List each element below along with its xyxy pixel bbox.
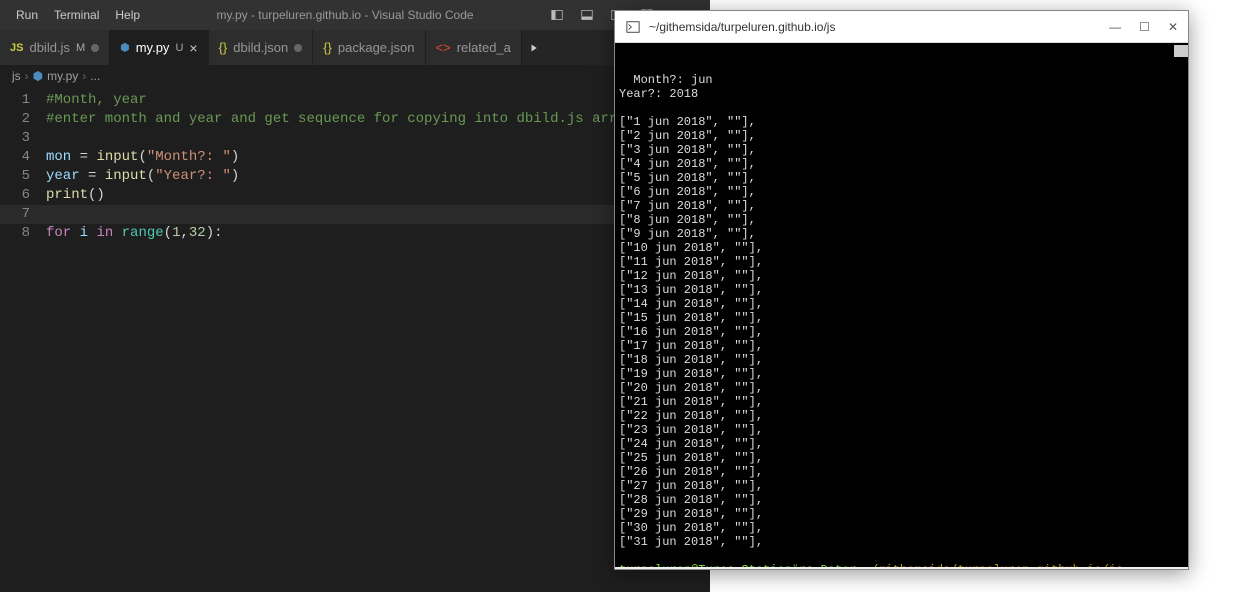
- code-line[interactable]: 7: [0, 205, 710, 224]
- chevron-right-icon: ›: [25, 69, 29, 83]
- window-title: my.py - turpeluren.github.io - Visual St…: [148, 8, 542, 22]
- code-line[interactable]: 6print(): [0, 186, 710, 205]
- code-line[interactable]: 4mon = input("Month?: "): [0, 148, 710, 167]
- html-icon: <>: [436, 40, 451, 55]
- tab-bar: JS dbild.js M ⬢ my.py U × {} dbild.json {} package…: [0, 30, 710, 65]
- code-line[interactable]: 8for i in range(1,32):: [0, 224, 710, 243]
- scrollbar-thumb[interactable]: [1174, 45, 1188, 57]
- line-number: 2: [0, 110, 46, 129]
- prompt-path: ~/githemsida/turpeluren.github.io/js: [864, 563, 1123, 567]
- terminal-window: ~/githemsida/turpeluren.github.io/js — ☐…: [614, 10, 1189, 570]
- editor-tab[interactable]: JS dbild.js M: [0, 30, 110, 65]
- python-icon: ⬢: [33, 69, 43, 83]
- layout-toggle-2-icon[interactable]: [572, 5, 602, 25]
- line-number: 8: [0, 224, 46, 243]
- javascript-icon: JS: [10, 42, 23, 54]
- line-number: 6: [0, 186, 46, 205]
- tab-label: dbild.json: [233, 40, 288, 55]
- json-icon: {}: [219, 40, 228, 55]
- code-line[interactable]: 5year = input("Year?: "): [0, 167, 710, 186]
- modified-dot-icon: [91, 44, 99, 52]
- line-number: 1: [0, 91, 46, 110]
- terminal-title: ~/githemsida/turpeluren.github.io/js: [649, 20, 1109, 34]
- editor-tab[interactable]: <> related_a: [426, 30, 522, 65]
- breadcrumb-segment[interactable]: js: [12, 69, 21, 83]
- menu-run[interactable]: Run: [8, 8, 46, 22]
- line-number: 3: [0, 129, 46, 148]
- menu-help[interactable]: Help: [107, 8, 148, 22]
- tab-label: my.py: [136, 40, 170, 55]
- python-icon: ⬢: [120, 41, 130, 54]
- menu-terminal[interactable]: Terminal: [46, 8, 107, 22]
- line-number: 5: [0, 167, 46, 186]
- tab-badge: M: [76, 42, 85, 54]
- chevron-right-icon: ›: [82, 69, 86, 83]
- code-line[interactable]: 2#enter month and year and get sequence …: [0, 110, 710, 129]
- line-number: 7: [0, 205, 46, 224]
- maximize-icon[interactable]: ☐: [1139, 20, 1150, 34]
- breadcrumb[interactable]: js › ⬢ my.py › ...: [0, 65, 710, 87]
- code-editor[interactable]: 1#Month, year2#enter month and year and …: [0, 87, 710, 247]
- terminal-icon: [625, 19, 641, 35]
- menubar: Run Terminal Help my.py - turpeluren.git…: [0, 0, 710, 30]
- editor-tab[interactable]: ⬢ my.py U ×: [110, 30, 208, 65]
- json-icon: {}: [323, 40, 332, 55]
- code-line[interactable]: 3: [0, 129, 710, 148]
- prompt-user: turpeluren@Tures-Stationära-Dator: [619, 563, 857, 567]
- terminal-titlebar[interactable]: ~/githemsida/turpeluren.github.io/js — ☐…: [615, 11, 1188, 43]
- vscode-window: Run Terminal Help my.py - turpeluren.git…: [0, 0, 710, 592]
- close-icon[interactable]: ✕: [1168, 20, 1178, 34]
- terminal-output[interactable]: Month?: jun Year?: 2018 ["1 jun 2018", "…: [615, 43, 1188, 567]
- layout-toggle-1-icon[interactable]: [542, 5, 572, 25]
- editor-tab[interactable]: {} package.json: [313, 30, 425, 65]
- line-number: 4: [0, 148, 46, 167]
- code-line[interactable]: 1#Month, year: [0, 91, 710, 110]
- breadcrumb-segment[interactable]: ...: [90, 69, 100, 83]
- tab-badge: U: [175, 42, 183, 54]
- tab-label: package.json: [338, 40, 415, 55]
- breadcrumb-segment[interactable]: my.py: [47, 69, 78, 83]
- minimize-icon[interactable]: —: [1109, 20, 1121, 34]
- tab-label: related_a: [457, 40, 511, 55]
- tab-label: dbild.js: [29, 40, 69, 55]
- close-icon[interactable]: ×: [189, 41, 197, 55]
- tab-overflow[interactable]: [522, 30, 548, 65]
- editor-tab[interactable]: {} dbild.json: [209, 30, 314, 65]
- modified-dot-icon: [294, 44, 302, 52]
